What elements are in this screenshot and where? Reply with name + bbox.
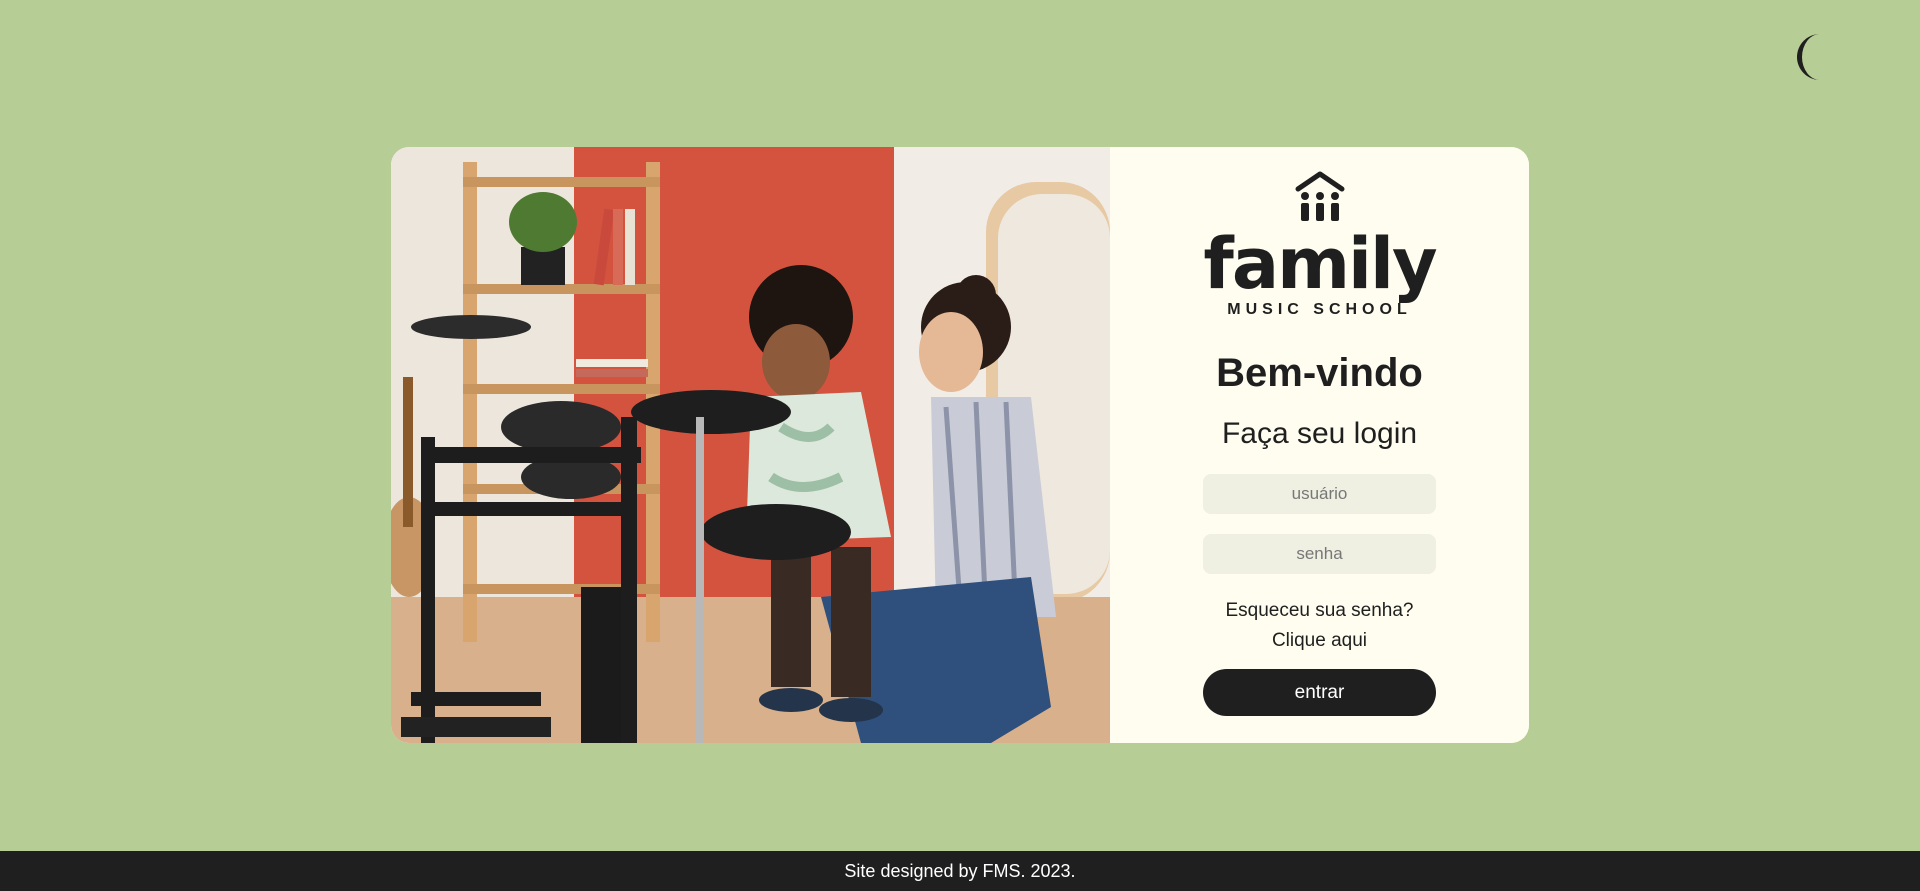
drum-lesson-photo <box>391 147 1110 743</box>
logo-subtitle: MUSIC SCHOOL <box>1227 301 1412 318</box>
logo-wordmark: family <box>1203 223 1437 305</box>
moon-icon <box>1797 34 1820 80</box>
music-school-house-icon <box>1295 171 1344 221</box>
logo: family MUSIC SCHOOL <box>1110 169 1529 319</box>
theme-toggle-button[interactable] <box>1790 32 1836 82</box>
footer-text: Site designed by FMS. 2023. <box>844 861 1076 881</box>
login-button[interactable]: entrar <box>1203 669 1436 716</box>
login-card: family MUSIC SCHOOL Bem-vindo Faça seu l… <box>391 147 1529 743</box>
forgot-password-link[interactable]: Clique aqui <box>1272 630 1367 651</box>
forgot-password-text: Esqueceu sua senha? <box>1225 600 1414 621</box>
footer: Site designed by FMS. 2023. <box>0 851 1920 891</box>
username-input[interactable] <box>1203 474 1436 514</box>
welcome-heading: Bem-vindo <box>1216 351 1423 395</box>
password-input[interactable] <box>1203 534 1436 574</box>
login-subtitle: Faça seu login <box>1221 417 1418 450</box>
forgot-password: Esqueceu sua senha? Clique aqui <box>1110 596 1529 656</box>
login-panel: family MUSIC SCHOOL Bem-vindo Faça seu l… <box>1110 147 1529 743</box>
